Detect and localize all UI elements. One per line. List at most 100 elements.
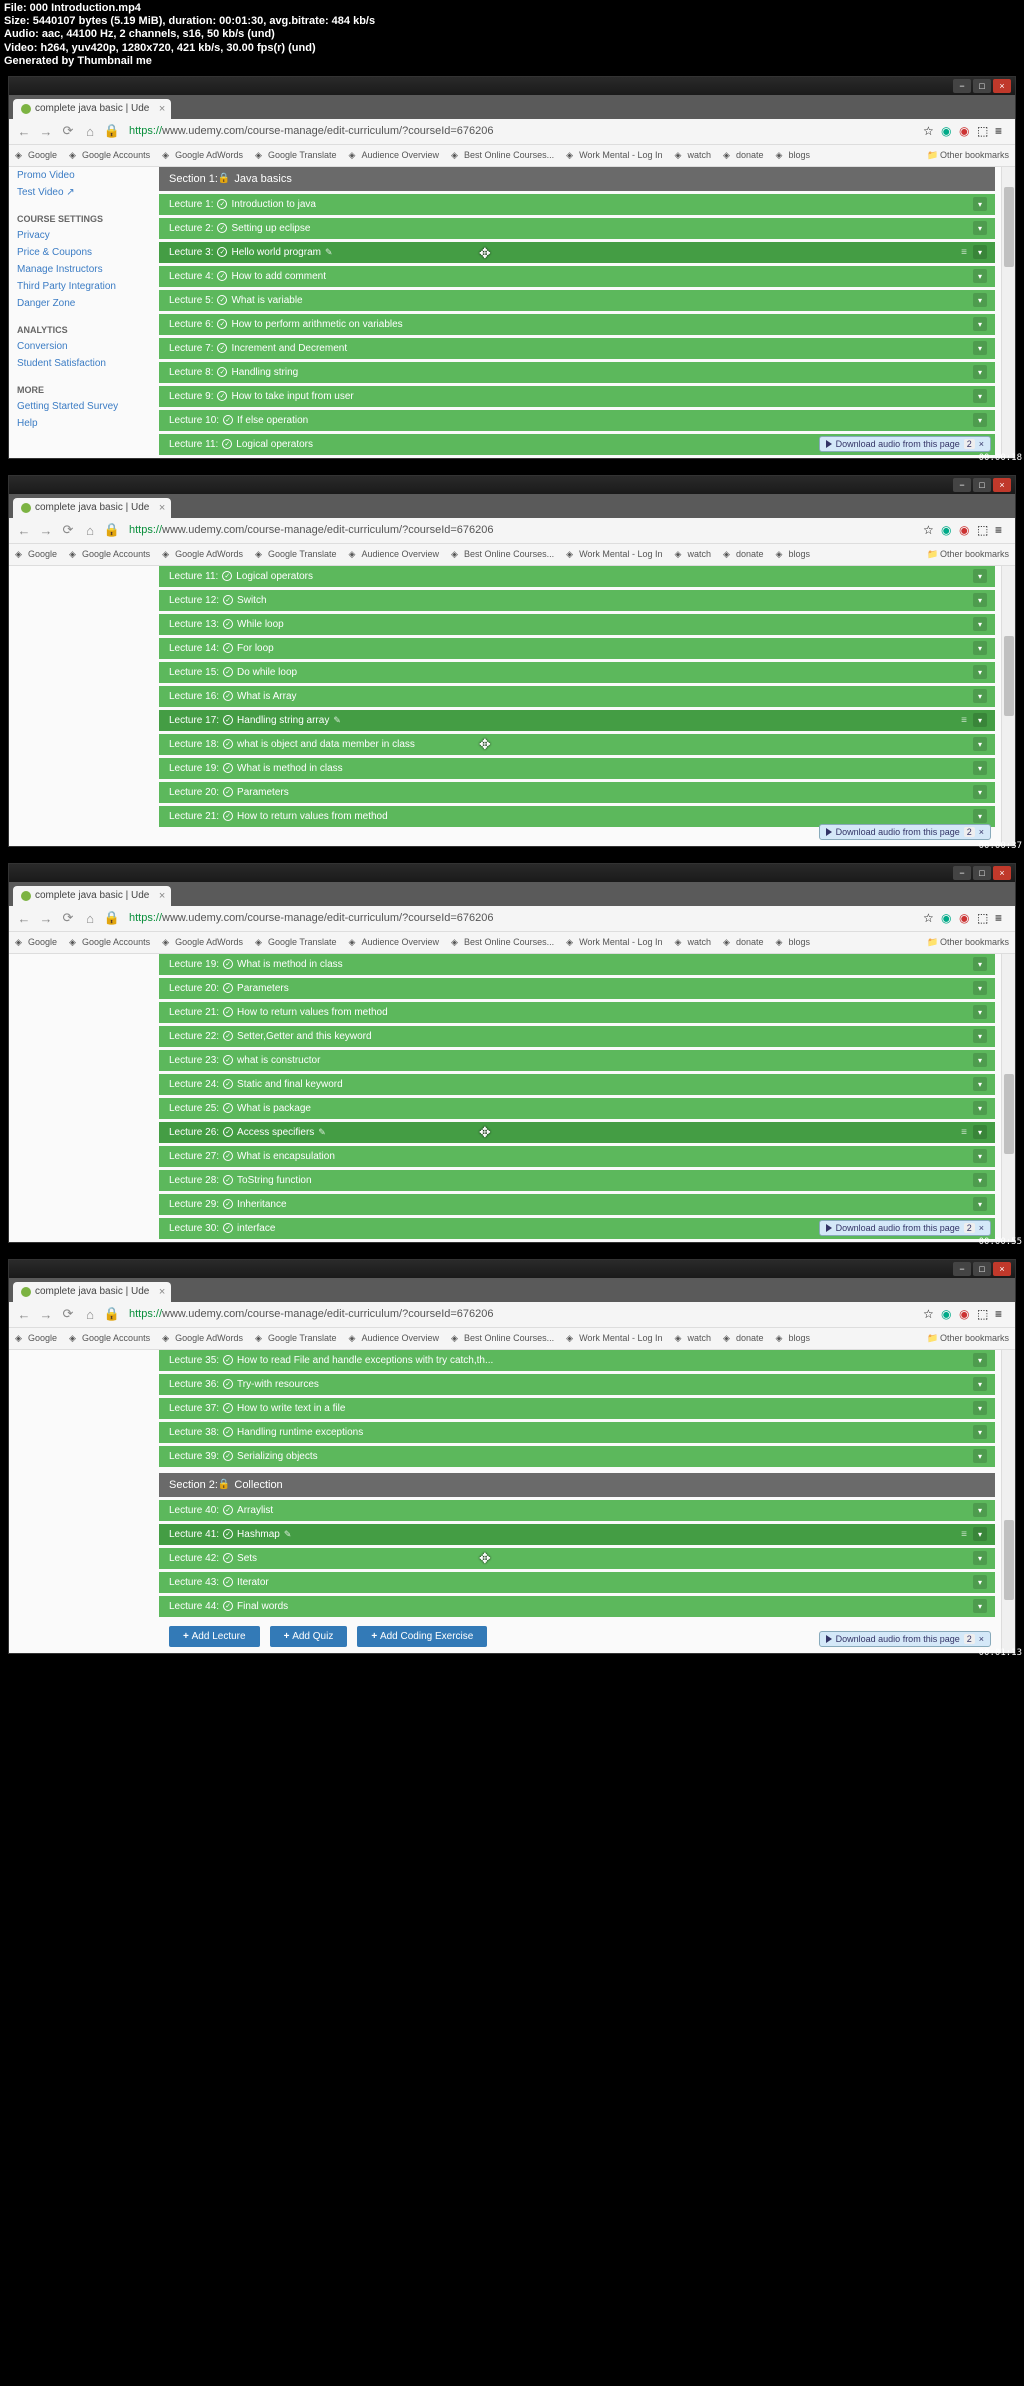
scrollbar[interactable] bbox=[1001, 1350, 1015, 1653]
download-audio-bar[interactable]: Download audio from this page 2× bbox=[819, 436, 991, 452]
sidebar-item[interactable]: Manage Instructors bbox=[17, 261, 151, 278]
chevron-down-icon[interactable]: ▾ bbox=[973, 317, 987, 331]
sidebar-item[interactable]: Danger Zone bbox=[17, 295, 151, 312]
section-header[interactable]: Section 2: 🔒 Collection bbox=[159, 1473, 995, 1497]
maximize-button[interactable]: □ bbox=[973, 478, 991, 492]
bookmark-item[interactable]: ◈Best Online Courses... bbox=[451, 549, 554, 559]
chevron-down-icon[interactable]: ▾ bbox=[973, 1197, 987, 1211]
sidebar-item[interactable]: Help bbox=[17, 415, 151, 432]
bookmark-item[interactable]: ◈blogs bbox=[776, 1333, 811, 1343]
maximize-button[interactable]: □ bbox=[973, 1262, 991, 1276]
chevron-down-icon[interactable]: ▾ bbox=[973, 197, 987, 211]
bookmark-item[interactable]: ◈watch bbox=[674, 549, 711, 559]
bookmark-item[interactable]: ◈Google AdWords bbox=[162, 937, 243, 947]
ext-icon[interactable]: ◉ bbox=[941, 911, 955, 925]
bookmark-item[interactable]: ◈Audience Overview bbox=[349, 549, 440, 559]
sidebar-item[interactable]: Price & Coupons bbox=[17, 244, 151, 261]
close-button[interactable]: × bbox=[993, 478, 1011, 492]
ext-icon[interactable]: ⬚ bbox=[977, 1307, 991, 1321]
bookmark-item[interactable]: ◈Google Accounts bbox=[69, 937, 150, 947]
scrollbar[interactable] bbox=[1001, 167, 1015, 458]
url-bar[interactable]: https://www.udemy.com/course-manage/edit… bbox=[125, 125, 923, 137]
ext-icon[interactable]: ⬚ bbox=[977, 911, 991, 925]
chevron-down-icon[interactable]: ▾ bbox=[973, 665, 987, 679]
ext-icon[interactable]: ◉ bbox=[941, 124, 955, 138]
bookmark-item[interactable]: ◈Google Accounts bbox=[69, 1333, 150, 1343]
bookmark-item[interactable]: ◈Audience Overview bbox=[349, 1333, 440, 1343]
star-icon[interactable]: ☆ bbox=[923, 124, 937, 138]
lecture-row[interactable]: Lecture 25: ✓ What is package ▾ bbox=[159, 1098, 995, 1119]
chevron-down-icon[interactable]: ▾ bbox=[973, 1503, 987, 1517]
chevron-down-icon[interactable]: ▾ bbox=[973, 1449, 987, 1463]
chevron-down-icon[interactable]: ▾ bbox=[973, 1527, 987, 1541]
bookmark-item[interactable]: ◈Work Mental - Log In bbox=[566, 1333, 662, 1343]
bookmark-item[interactable]: ◈Audience Overview bbox=[349, 150, 440, 160]
close-button[interactable]: × bbox=[993, 1262, 1011, 1276]
sidebar-item[interactable]: Promo Video bbox=[17, 167, 151, 184]
sidebar-item[interactable]: Test Video ↗ bbox=[17, 184, 151, 201]
bookmark-item[interactable]: ◈donate bbox=[723, 1333, 764, 1343]
add-button[interactable]: Add Coding Exercise bbox=[357, 1626, 487, 1647]
lecture-row[interactable]: Lecture 9: ✓ How to take input from user… bbox=[159, 386, 995, 407]
chevron-down-icon[interactable]: ▾ bbox=[973, 1401, 987, 1415]
bookmark-item[interactable]: ◈Work Mental - Log In bbox=[566, 150, 662, 160]
lecture-row[interactable]: Lecture 44: ✓ Final words ▾ bbox=[159, 1596, 995, 1617]
chevron-down-icon[interactable]: ▾ bbox=[973, 809, 987, 823]
close-button[interactable]: × bbox=[993, 79, 1011, 93]
lecture-row[interactable]: Lecture 27: ✓ What is encapsulation ▾ bbox=[159, 1146, 995, 1167]
bookmark-item[interactable]: ◈donate bbox=[723, 937, 764, 947]
lecture-row[interactable]: Lecture 39: ✓ Serializing objects ▾ bbox=[159, 1446, 995, 1467]
lecture-row[interactable]: Lecture 16: ✓ What is Array ▾ bbox=[159, 686, 995, 707]
forward-button[interactable]: → bbox=[37, 909, 55, 927]
drag-icon[interactable]: ≡ bbox=[961, 247, 967, 258]
drag-icon[interactable]: ≡ bbox=[961, 715, 967, 726]
bookmark-item[interactable]: ◈watch bbox=[674, 150, 711, 160]
bookmark-item[interactable]: ◈donate bbox=[723, 150, 764, 160]
lecture-row[interactable]: Lecture 43: ✓ Iterator ▾ bbox=[159, 1572, 995, 1593]
ext-icon[interactable]: ◉ bbox=[959, 911, 973, 925]
browser-tab[interactable]: complete java basic | Ude bbox=[13, 886, 171, 906]
browser-tab[interactable]: complete java basic | Ude bbox=[13, 1282, 171, 1302]
maximize-button[interactable]: □ bbox=[973, 866, 991, 880]
menu-icon[interactable]: ≡ bbox=[995, 124, 1009, 138]
edit-icon[interactable]: ✎ bbox=[325, 247, 333, 258]
lecture-row[interactable]: Lecture 3: ✓ Hello world program ✎ ≡ ▾ bbox=[159, 242, 995, 263]
bookmark-item[interactable]: ◈Google Translate bbox=[255, 549, 337, 559]
chevron-down-icon[interactable]: ▾ bbox=[973, 1005, 987, 1019]
bookmark-item[interactable]: ◈Google AdWords bbox=[162, 549, 243, 559]
close-button[interactable]: × bbox=[993, 866, 1011, 880]
chevron-down-icon[interactable]: ▾ bbox=[973, 1125, 987, 1139]
bookmark-item[interactable]: ◈blogs bbox=[776, 150, 811, 160]
ext-icon[interactable]: ◉ bbox=[941, 1307, 955, 1321]
chevron-down-icon[interactable]: ▾ bbox=[973, 689, 987, 703]
browser-tab[interactable]: complete java basic | Ude bbox=[13, 99, 171, 119]
scrollbar[interactable] bbox=[1001, 566, 1015, 846]
download-audio-bar[interactable]: Download audio from this page 2× bbox=[819, 1631, 991, 1647]
chevron-down-icon[interactable]: ▾ bbox=[973, 269, 987, 283]
menu-icon[interactable]: ≡ bbox=[995, 1307, 1009, 1321]
other-bookmarks[interactable]: 📁Other bookmarks bbox=[927, 1333, 1009, 1343]
minimize-button[interactable]: − bbox=[953, 79, 971, 93]
lecture-row[interactable]: Lecture 5: ✓ What is variable ▾ bbox=[159, 290, 995, 311]
bookmark-item[interactable]: ◈Google AdWords bbox=[162, 1333, 243, 1343]
bookmark-item[interactable]: ◈Google Translate bbox=[255, 150, 337, 160]
other-bookmarks[interactable]: 📁Other bookmarks bbox=[927, 549, 1009, 559]
chevron-down-icon[interactable]: ▾ bbox=[973, 1029, 987, 1043]
drag-icon[interactable]: ≡ bbox=[961, 1127, 967, 1138]
ext-icon[interactable]: ◉ bbox=[959, 1307, 973, 1321]
chevron-down-icon[interactable]: ▾ bbox=[973, 1101, 987, 1115]
lecture-row[interactable]: Lecture 23: ✓ what is constructor ▾ bbox=[159, 1050, 995, 1071]
bookmark-item[interactable]: ◈Google bbox=[15, 1333, 57, 1343]
bookmark-item[interactable]: ◈blogs bbox=[776, 549, 811, 559]
minimize-button[interactable]: − bbox=[953, 1262, 971, 1276]
home-button[interactable]: ⌂ bbox=[81, 1305, 99, 1323]
lecture-row[interactable]: Lecture 13: ✓ While loop ▾ bbox=[159, 614, 995, 635]
reload-button[interactable]: ⟳ bbox=[59, 521, 77, 539]
chevron-down-icon[interactable]: ▾ bbox=[973, 365, 987, 379]
back-button[interactable]: ← bbox=[15, 122, 33, 140]
bookmark-item[interactable]: ◈Best Online Courses... bbox=[451, 150, 554, 160]
home-button[interactable]: ⌂ bbox=[81, 122, 99, 140]
lecture-row[interactable]: Lecture 41: ✓ Hashmap ✎ ≡ ▾ bbox=[159, 1524, 995, 1545]
lecture-row[interactable]: Lecture 18: ✓ what is object and data me… bbox=[159, 734, 995, 755]
lecture-row[interactable]: Lecture 8: ✓ Handling string ▾ bbox=[159, 362, 995, 383]
